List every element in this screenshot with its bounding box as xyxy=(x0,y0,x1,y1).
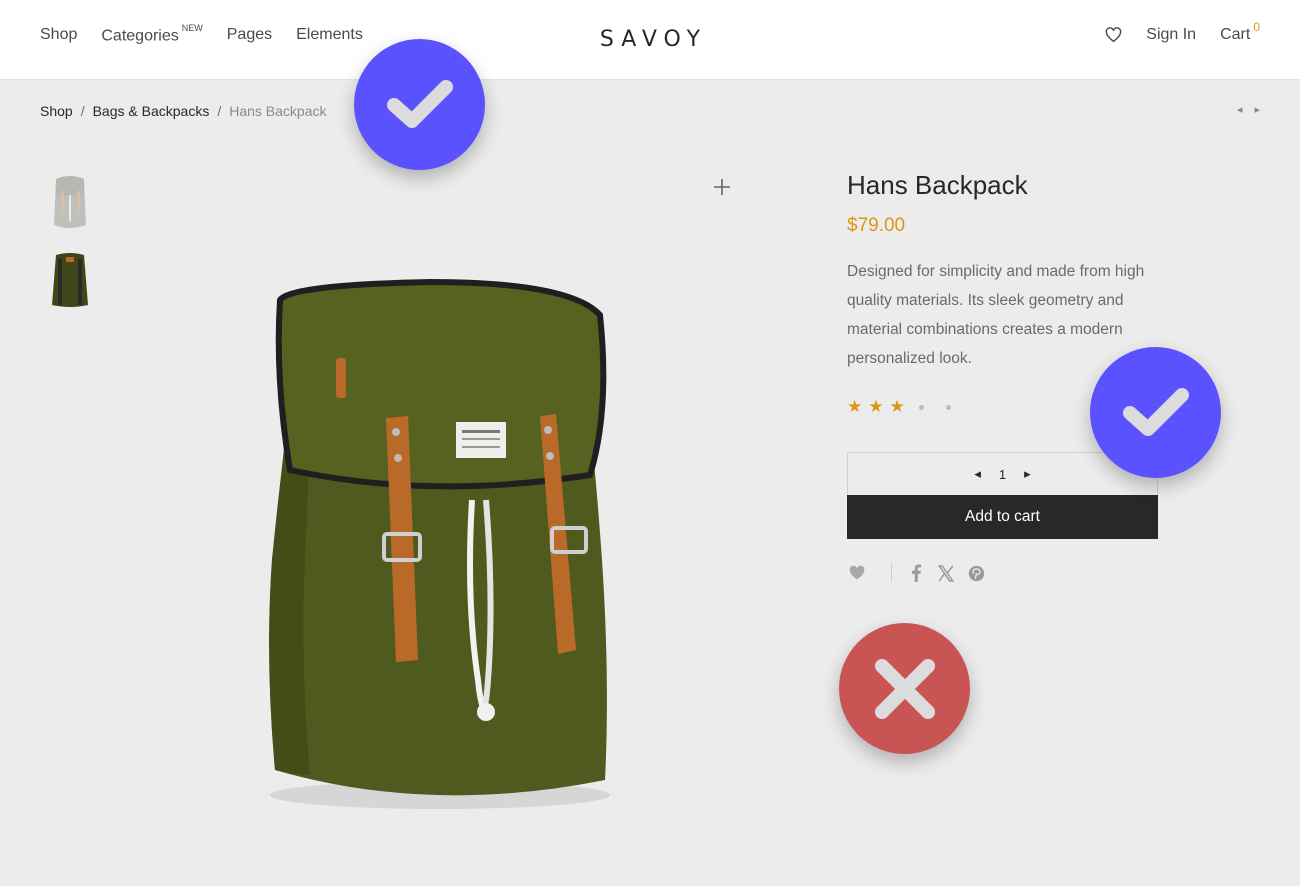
qty-decrease-button[interactable]: ◂ xyxy=(974,466,981,482)
star-empty-icon xyxy=(918,404,924,410)
checkmark-icon xyxy=(1090,347,1221,478)
product-title: Hans Backpack xyxy=(847,170,1028,200)
cart-count: 0 xyxy=(1253,20,1260,34)
cart-label: Cart xyxy=(1220,26,1251,43)
thumbnail-back[interactable] xyxy=(50,251,90,309)
wishlist-heart-icon[interactable] xyxy=(1105,27,1122,43)
breadcrumb: Shop / Bags & Backpacks / Hans Backpack xyxy=(40,103,327,119)
product-navigation: ◂ ▸ xyxy=(1237,103,1260,116)
zoom-plus-icon[interactable] xyxy=(710,175,734,199)
site-header: Shop Categories NEW Pages Elements SAVOY … xyxy=(0,0,1300,80)
cross-icon xyxy=(839,623,970,754)
breadcrumb-bags[interactable]: Bags & Backpacks xyxy=(93,103,210,119)
star-filled-icon: ★ xyxy=(889,397,905,416)
logo-text: SAVOY xyxy=(599,27,708,52)
pinterest-icon[interactable] xyxy=(966,563,986,583)
breadcrumb-current: Hans Backpack xyxy=(229,103,327,119)
share-divider xyxy=(891,564,892,582)
share-row xyxy=(847,563,996,583)
sign-in-link[interactable]: Sign In xyxy=(1146,26,1196,44)
heart-icon[interactable] xyxy=(847,563,867,583)
product-price: $79.00 xyxy=(847,215,906,236)
product-description: Designed for simplicity and made from hi… xyxy=(847,263,1145,367)
product-main-image xyxy=(250,260,630,820)
breadcrumb-separator: / xyxy=(217,103,222,119)
star-filled-icon: ★ xyxy=(868,397,884,416)
thumbnail-front[interactable] xyxy=(50,173,90,231)
breadcrumb-shop[interactable]: Shop xyxy=(40,103,73,119)
x-icon[interactable] xyxy=(936,563,956,583)
qty-value[interactable]: 1 xyxy=(999,467,1006,482)
star-empty-icon xyxy=(945,404,951,410)
next-product-button[interactable]: ▸ xyxy=(1254,103,1260,116)
facebook-icon[interactable] xyxy=(906,563,926,583)
star-filled-icon: ★ xyxy=(847,397,863,416)
cart-link[interactable]: Cart 0 xyxy=(1220,20,1260,44)
qty-increase-button[interactable]: ▸ xyxy=(1024,466,1031,482)
header-actions: Sign In Cart 0 xyxy=(1105,20,1260,44)
prev-product-button[interactable]: ◂ xyxy=(1237,103,1243,116)
breadcrumb-separator: / xyxy=(80,103,85,119)
add-to-cart-button[interactable]: Add to cart xyxy=(847,495,1158,539)
checkmark-icon xyxy=(354,39,485,170)
